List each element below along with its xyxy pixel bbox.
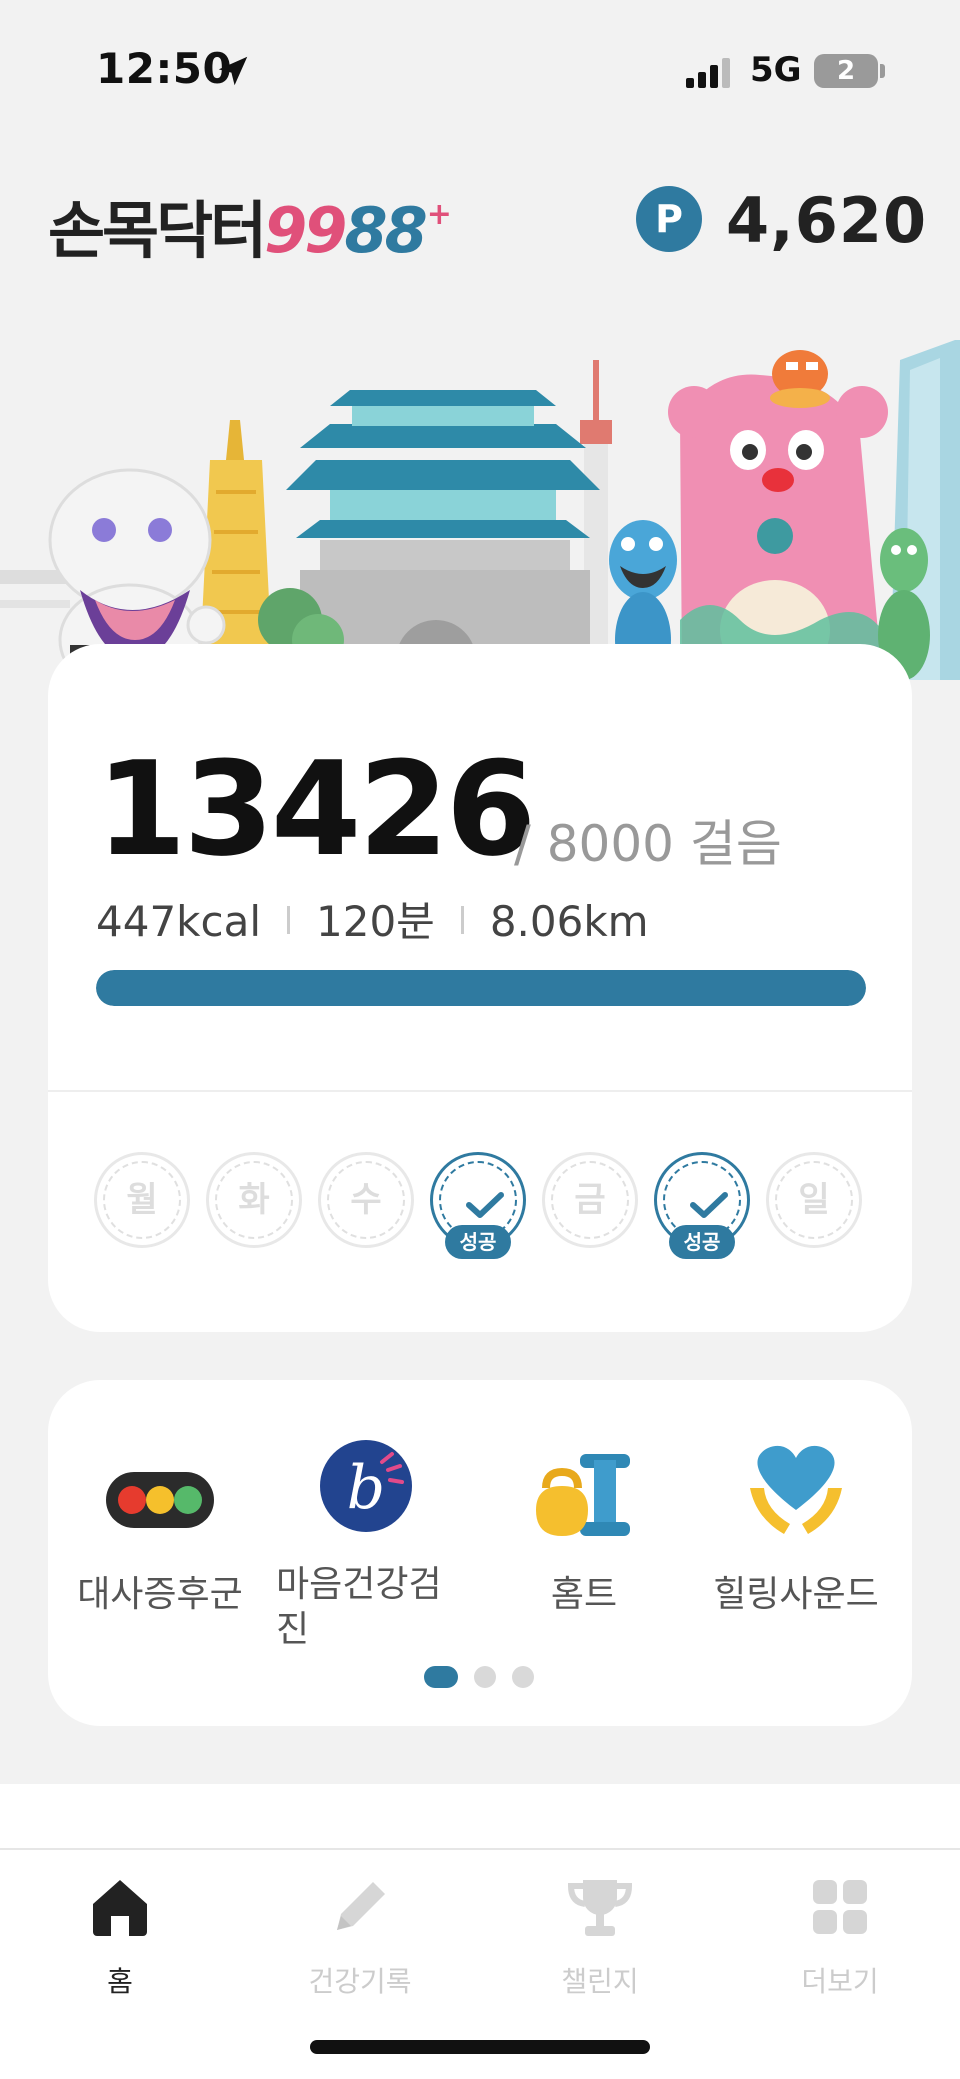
tab-label: 건강기록 bbox=[308, 1965, 412, 1998]
steps-goal: / 8000 걸음 bbox=[514, 815, 782, 873]
weekday-label: 금 bbox=[551, 1161, 629, 1239]
app-logo: 손목닥터9988+ bbox=[48, 180, 452, 270]
traffic-light-icon bbox=[106, 1472, 214, 1528]
weekday-0: 월 bbox=[94, 1152, 190, 1248]
success-badge: 성공 bbox=[445, 1225, 511, 1259]
cellular-signal-icon bbox=[686, 56, 732, 88]
tab-more[interactable]: 더보기 bbox=[750, 1872, 930, 2000]
tab-health-record[interactable]: 건강기록 bbox=[270, 1872, 450, 2000]
menu-home-training[interactable]: 홈트 bbox=[484, 1440, 684, 1617]
weekly-achievement: 월 화 수성공 금성공 일 bbox=[94, 1152, 874, 1259]
weekday-label: 월 bbox=[103, 1161, 181, 1239]
home-icon bbox=[93, 1880, 147, 1936]
pager-dot[interactable] bbox=[424, 1666, 458, 1688]
card-divider bbox=[48, 1090, 912, 1092]
weekday-label: 수 bbox=[327, 1161, 405, 1239]
menu-mental-health[interactable]: b 마음건강검 진 bbox=[266, 1440, 466, 1652]
steps-progress-fill bbox=[96, 970, 866, 1006]
menu-healing-sound[interactable]: 힐링사운드 bbox=[696, 1440, 896, 1617]
logo-nine: 99 bbox=[264, 194, 347, 267]
pager-dot[interactable] bbox=[474, 1666, 496, 1688]
weekday-3: 성공 bbox=[430, 1152, 526, 1259]
calories: 447kcal bbox=[96, 897, 261, 946]
steps-progress-bar bbox=[96, 970, 866, 1006]
menu-label: 대사증후군 bbox=[77, 1574, 243, 1615]
tab-home[interactable]: 홈 bbox=[30, 1872, 210, 2000]
pager-dot[interactable] bbox=[512, 1666, 534, 1688]
menu-pager[interactable] bbox=[424, 1666, 544, 1688]
trophy-icon bbox=[567, 1880, 633, 1936]
tab-label: 홈 bbox=[107, 1965, 133, 1998]
steps-card[interactable]: 13426 / 8000 걸음 447kcal 120분 8.06km 월 화 수성공 금… bbox=[48, 644, 912, 1332]
battery-icon: 2 bbox=[814, 54, 878, 88]
menu-metabolic-syndrome[interactable]: 대사증후군 bbox=[60, 1440, 260, 1617]
distance: 8.06km bbox=[489, 897, 649, 946]
stat-divider bbox=[287, 906, 290, 934]
weekday-6: 일 bbox=[766, 1152, 862, 1248]
menu-label: 마음건강검 진 bbox=[276, 1564, 442, 1650]
stat-divider bbox=[460, 906, 464, 934]
weekday-4: 금 bbox=[542, 1152, 638, 1248]
logo-plus: + bbox=[426, 197, 452, 232]
status-time: 12:50 bbox=[96, 44, 233, 93]
points-icon[interactable]: P bbox=[636, 186, 702, 252]
weekday-label: 일 bbox=[775, 1161, 853, 1239]
status-bar: 12:50 5G 2 bbox=[0, 0, 960, 140]
weekday-1: 화 bbox=[206, 1152, 302, 1248]
activity-stats: 447kcal 120분 8.06km bbox=[96, 888, 649, 949]
success-badge: 성공 bbox=[669, 1225, 735, 1259]
mind-health-icon: b bbox=[320, 1440, 412, 1532]
menu-label: 힐링사운드 bbox=[713, 1574, 879, 1615]
quick-menu-card: 대사증후군 b 마음건강검 진 홈트 힐링사운드 bbox=[48, 1380, 912, 1726]
tab-label: 챌린지 bbox=[561, 1965, 639, 1998]
logo-eight: 88 bbox=[344, 194, 427, 267]
tab-challenge[interactable]: 챌린지 bbox=[510, 1872, 690, 2000]
svg-text:b: b bbox=[347, 1453, 385, 1523]
steps-count: 13426 bbox=[96, 733, 536, 885]
points-value[interactable]: 4,620 bbox=[726, 184, 927, 257]
check-icon bbox=[466, 1192, 504, 1218]
location-arrow-icon bbox=[218, 56, 248, 86]
grid-icon bbox=[813, 1880, 867, 1934]
battery-tip bbox=[880, 64, 885, 78]
weekday-2: 수 bbox=[318, 1152, 414, 1248]
menu-label: 홈트 bbox=[550, 1574, 618, 1615]
heart-hands-icon bbox=[750, 1445, 842, 1534]
active-minutes: 120분 bbox=[316, 897, 435, 946]
tab-label: 더보기 bbox=[801, 1965, 879, 1998]
dumbbell-icon bbox=[536, 1454, 630, 1536]
network-type: 5G bbox=[750, 50, 802, 90]
pencil-icon bbox=[337, 1882, 385, 1930]
weekday-label: 화 bbox=[215, 1161, 293, 1239]
weekday-5: 성공 bbox=[654, 1152, 750, 1259]
check-icon bbox=[690, 1192, 728, 1218]
logo-text: 손목닥터 bbox=[48, 194, 267, 267]
home-indicator bbox=[310, 2040, 650, 2054]
